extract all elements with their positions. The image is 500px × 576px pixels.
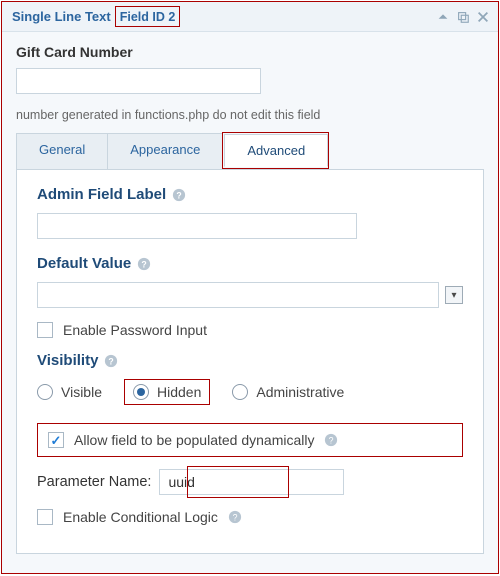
svg-text:?: ? — [109, 356, 114, 366]
advanced-pane: Admin Field Label ? Default Value ? ▾ En… — [16, 169, 484, 554]
enable-password-checkbox[interactable] — [37, 322, 53, 338]
visibility-text: Visibility — [37, 352, 98, 369]
gift-card-note: number generated in functions.php do not… — [16, 108, 484, 122]
tab-advanced-highlight: Advanced — [222, 132, 329, 169]
tab-appearance[interactable]: Appearance — [107, 133, 223, 170]
visibility-heading: Visibility ? — [37, 352, 118, 369]
visibility-radio-visible[interactable] — [37, 384, 53, 400]
help-icon[interactable]: ? — [137, 257, 151, 271]
visibility-radio-administrative[interactable] — [232, 384, 248, 400]
panel-body: Gift Card Number number generated in fun… — [2, 32, 498, 564]
merge-tag-button[interactable]: ▾ — [445, 286, 463, 304]
parameter-name-input[interactable] — [159, 469, 344, 495]
field-id-highlight: Field ID 2 — [115, 6, 181, 27]
collapse-icon[interactable] — [436, 10, 450, 24]
visibility-label-hidden: Hidden — [157, 384, 201, 400]
field-type-label: Single Line Text — [12, 9, 111, 24]
default-value-heading: Default Value ? — [37, 255, 151, 272]
visibility-options: Visible Hidden Administrative — [37, 379, 463, 405]
svg-text:?: ? — [232, 513, 237, 523]
tab-general[interactable]: General — [16, 133, 108, 170]
svg-text:?: ? — [177, 190, 182, 200]
help-icon[interactable]: ? — [104, 354, 118, 368]
visibility-label-visible: Visible — [61, 384, 102, 400]
enable-password-label: Enable Password Input — [63, 322, 207, 338]
visibility-label-administrative: Administrative — [256, 384, 344, 400]
help-icon[interactable]: ? — [228, 510, 242, 524]
duplicate-icon[interactable] — [456, 10, 470, 24]
allow-dynamic-label: Allow field to be populated dynamically — [74, 432, 314, 448]
help-icon[interactable]: ? — [324, 433, 338, 447]
svg-text:?: ? — [142, 259, 147, 269]
gift-card-input[interactable] — [16, 68, 261, 94]
allow-dynamic-highlight: Allow field to be populated dynamically … — [37, 423, 463, 457]
help-icon[interactable]: ? — [172, 188, 186, 202]
close-icon[interactable] — [476, 10, 490, 24]
default-value-input[interactable] — [37, 282, 439, 308]
panel-header: Single Line Text Field ID 2 — [2, 2, 498, 32]
field-editor-panel: Single Line Text Field ID 2 Gift Card Nu… — [1, 1, 499, 574]
admin-field-label-heading: Admin Field Label ? — [37, 186, 186, 203]
visibility-hidden-highlight: Hidden — [124, 379, 210, 405]
admin-field-label-text: Admin Field Label — [37, 186, 166, 203]
default-value-text: Default Value — [37, 255, 131, 272]
conditional-logic-label: Enable Conditional Logic — [63, 509, 218, 525]
parameter-name-label: Parameter Name: — [37, 474, 151, 490]
field-id-label: Field ID 2 — [120, 10, 176, 24]
conditional-logic-checkbox[interactable] — [37, 509, 53, 525]
visibility-radio-hidden[interactable] — [133, 384, 149, 400]
gift-card-label: Gift Card Number — [16, 44, 484, 60]
tab-advanced[interactable]: Advanced — [224, 134, 328, 167]
parameter-name-row: Parameter Name: — [37, 469, 463, 495]
svg-text:?: ? — [329, 436, 334, 446]
tabs: General Appearance Advanced — [16, 132, 484, 169]
allow-dynamic-checkbox[interactable] — [48, 432, 64, 448]
admin-field-label-input[interactable] — [37, 213, 357, 239]
